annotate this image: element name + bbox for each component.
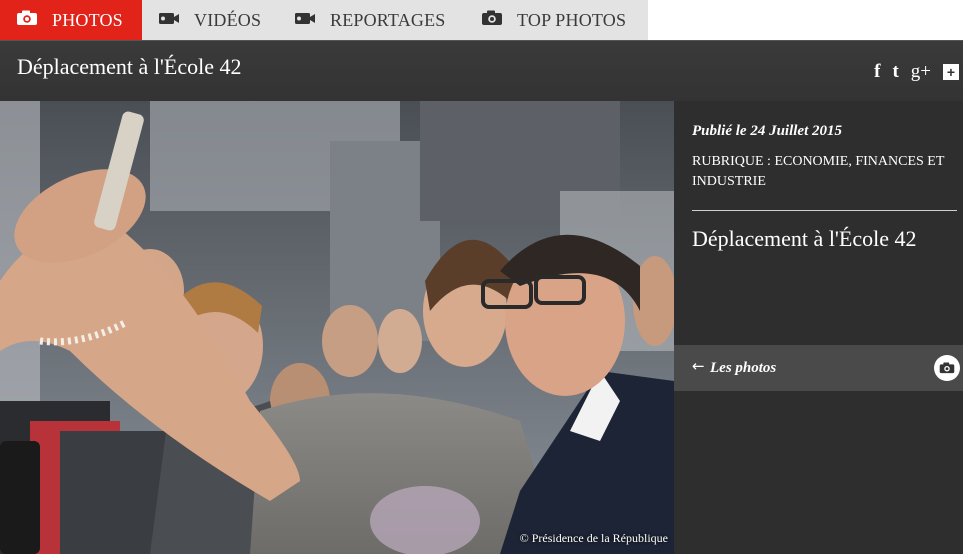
photos-link-label[interactable]: Les photos	[710, 360, 776, 377]
tab-top-photos[interactable]: TOP PHOTOS	[465, 0, 648, 40]
facebook-icon[interactable]: f	[874, 61, 880, 83]
tab-reportages[interactable]: REPORTAGES	[278, 0, 465, 40]
tab-videos[interactable]: VIDÉOS	[142, 0, 278, 40]
camera-icon	[16, 10, 38, 31]
video-camera-icon	[294, 10, 316, 31]
main-photo[interactable]: © Présidence de la République	[0, 101, 674, 554]
info-sidebar: Publié le 24 Juillet 2015 RUBRIQUE : ECO…	[674, 101, 963, 554]
page-title: Déplacement à l'École 42	[17, 54, 242, 79]
tab-top-photos-label: TOP PHOTOS	[517, 9, 627, 30]
title-bar: Déplacement à l'École 42 f t g+ +	[0, 40, 963, 101]
google-plus-icon[interactable]: g+	[911, 61, 931, 83]
video-camera-icon	[158, 10, 180, 31]
tab-bar: PHOTOS VIDÉOS REPORTAGES TOP PHOTOS	[0, 0, 648, 40]
social-share: f t g+ +	[874, 61, 959, 83]
tab-videos-label: VIDÉOS	[194, 9, 262, 30]
twitter-icon[interactable]: t	[892, 61, 898, 83]
tab-photos-label: PHOTOS	[52, 9, 123, 30]
gallery-title: Déplacement à l'École 42	[692, 226, 917, 251]
published-date: Publié le 24 Juillet 2015	[692, 123, 842, 139]
rubrique-label[interactable]: RUBRIQUE : ECONOMIE, FINANCES ET INDUSTR…	[692, 152, 954, 192]
photo-credit: © Présidence de la République	[519, 531, 668, 545]
tab-photos[interactable]: PHOTOS	[0, 0, 142, 40]
photos-link-bar[interactable]: ← Les photos	[674, 345, 963, 391]
photo-image	[0, 101, 674, 554]
camera-icon	[481, 10, 503, 31]
divider	[692, 210, 957, 211]
tab-reportages-label: REPORTAGES	[330, 9, 446, 30]
arrow-left-icon: ←	[692, 357, 705, 375]
share-more-button[interactable]: +	[943, 64, 959, 80]
top-navigation: PHOTOS VIDÉOS REPORTAGES TOP PHOTOS	[0, 0, 963, 40]
camera-icon[interactable]	[934, 355, 960, 381]
